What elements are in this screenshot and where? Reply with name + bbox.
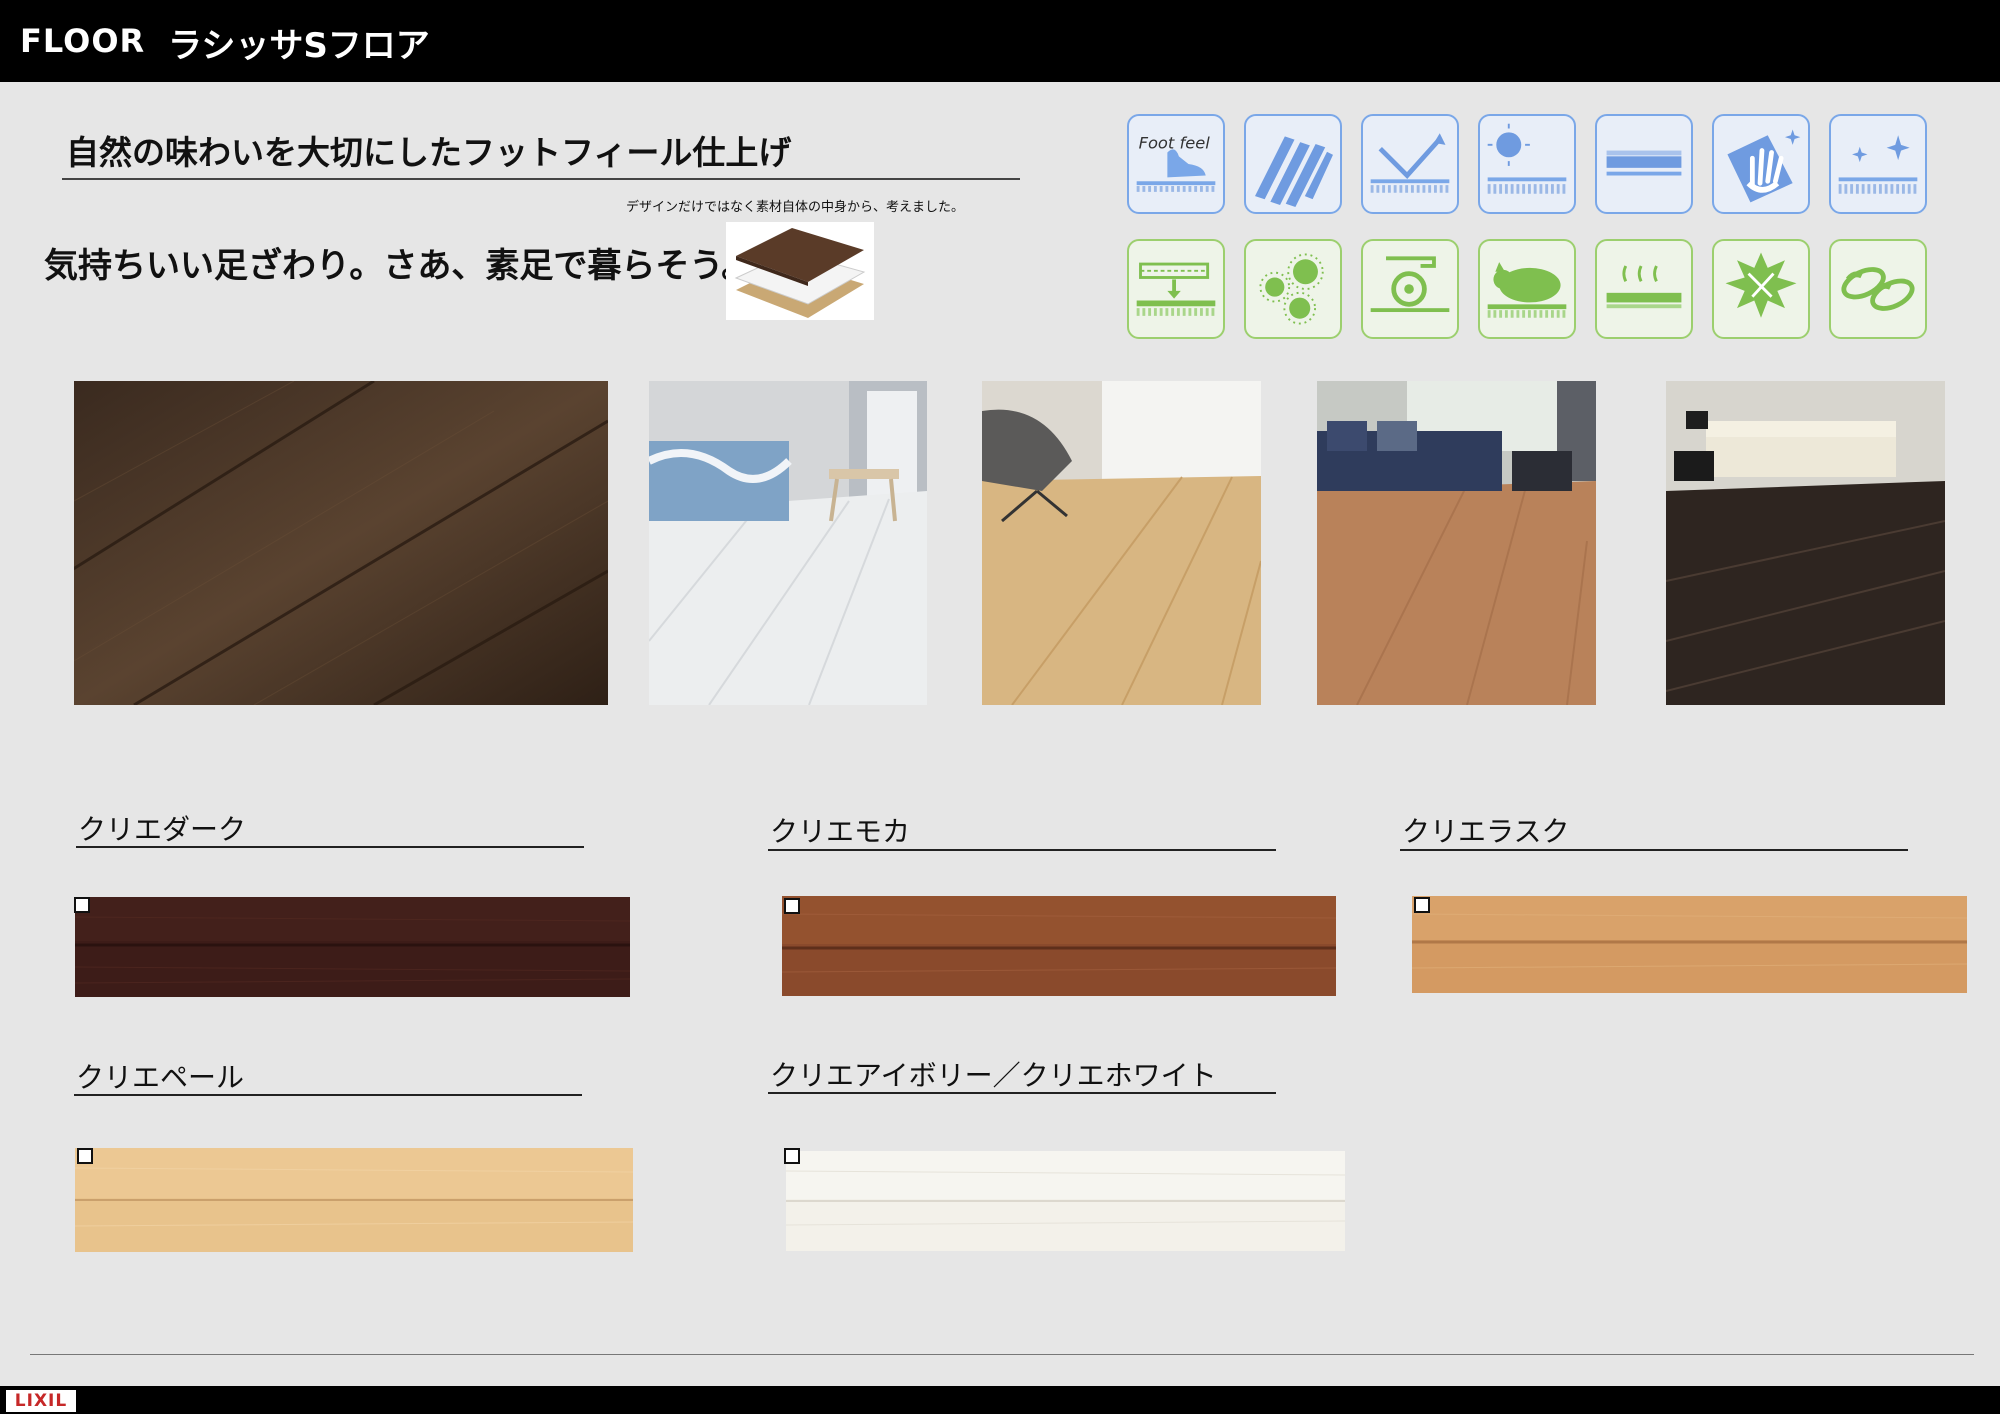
- pet-icon: [1478, 239, 1576, 339]
- checkbox-mocha[interactable]: [784, 898, 800, 914]
- swatch-pale: [75, 1148, 633, 1252]
- anti-bacteria-icon: [1244, 239, 1342, 339]
- surface-layer-icon: [1595, 114, 1693, 214]
- layer-structure-image: [726, 222, 874, 320]
- lixil-logo: LIXIL: [6, 1390, 76, 1412]
- header-bar: FLOOR ラシッサSフロア: [0, 0, 2000, 82]
- hand-clean-icon: [1712, 114, 1810, 214]
- tagline: 気持ちいい足ざわり。さあ、素足で暮らそう。: [44, 246, 756, 286]
- anti-scratch-icon: [1712, 239, 1810, 339]
- wood-planks-icon: [1244, 114, 1342, 214]
- swatch-rule-dark: [76, 846, 584, 848]
- photo-medium-living-room: [1317, 381, 1596, 705]
- sparkle-icon: [1829, 114, 1927, 214]
- swatch-rule-mocha: [768, 849, 1276, 851]
- section-title: FLOOR: [20, 22, 146, 60]
- swatch-label-mocha: クリエモカ: [770, 815, 911, 848]
- reflection-icon: [1361, 114, 1459, 214]
- foot-feel-icon: Foot feel: [1127, 114, 1225, 214]
- swatch-mocha: [782, 896, 1336, 996]
- swatch-rule-rusk: [1400, 849, 1908, 851]
- floor-heating-icon: [1595, 239, 1693, 339]
- slippers-icon: [1829, 239, 1927, 339]
- footer-bar: [0, 1386, 2000, 1414]
- checkbox-rusk[interactable]: [1414, 897, 1430, 913]
- swatch-ivory-white: [786, 1151, 1345, 1251]
- swatch-label-ivory-white: クリエアイボリー／クリエホワイト: [770, 1059, 1217, 1092]
- press-layer-icon: [1127, 239, 1225, 339]
- photo-dark-living-room: [1666, 381, 1945, 705]
- swatch-dark: [75, 897, 630, 997]
- checkbox-pale[interactable]: [77, 1148, 93, 1164]
- photo-light-living-room: [982, 381, 1261, 705]
- checkbox-dark[interactable]: [74, 897, 90, 913]
- swatch-label-dark: クリエダーク: [78, 813, 247, 846]
- photo-dark-wood-closeup: [74, 381, 608, 705]
- swatch-label-pale: クリエペール: [76, 1061, 245, 1094]
- swatch-rule-pale: [74, 1094, 582, 1096]
- footer-divider: [30, 1354, 1974, 1355]
- swatch-rusk: [1412, 896, 1967, 993]
- sun-fade-icon: [1478, 114, 1576, 214]
- design-note: デザインだけではなく素材自体の中身から、考えました。: [626, 200, 965, 215]
- headline-divider: [62, 178, 1020, 180]
- product-title: ラシッサSフロア: [168, 26, 430, 66]
- swatch-rule-ivory-white: [768, 1092, 1276, 1094]
- swatch-label-rusk: クリエラスク: [1402, 815, 1570, 848]
- checkbox-ivory-white[interactable]: [784, 1148, 800, 1164]
- headline: 自然の味わいを大切にしたフットフィール仕上げ: [66, 133, 792, 172]
- caster-icon: [1361, 239, 1459, 339]
- photo-white-bedroom: [649, 381, 927, 705]
